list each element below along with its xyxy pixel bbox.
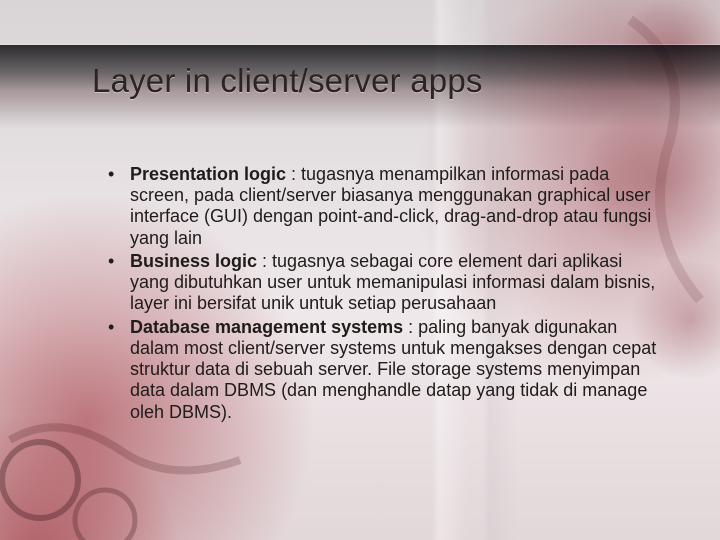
slide-body: Presentation logic : tugasnya menampilka… bbox=[108, 164, 662, 425]
list-item: Presentation logic : tugasnya menampilka… bbox=[108, 164, 662, 249]
slide-title: Layer in client/server apps bbox=[92, 62, 483, 100]
bullet-term: Presentation logic bbox=[130, 164, 286, 184]
bullet-list: Presentation logic : tugasnya menampilka… bbox=[108, 164, 662, 423]
list-item: Database management systems : paling ban… bbox=[108, 317, 662, 423]
bullet-term: Database management systems bbox=[130, 317, 403, 337]
bullet-term: Business logic bbox=[130, 251, 257, 271]
list-item: Business logic : tugasnya sebagai core e… bbox=[108, 251, 662, 315]
